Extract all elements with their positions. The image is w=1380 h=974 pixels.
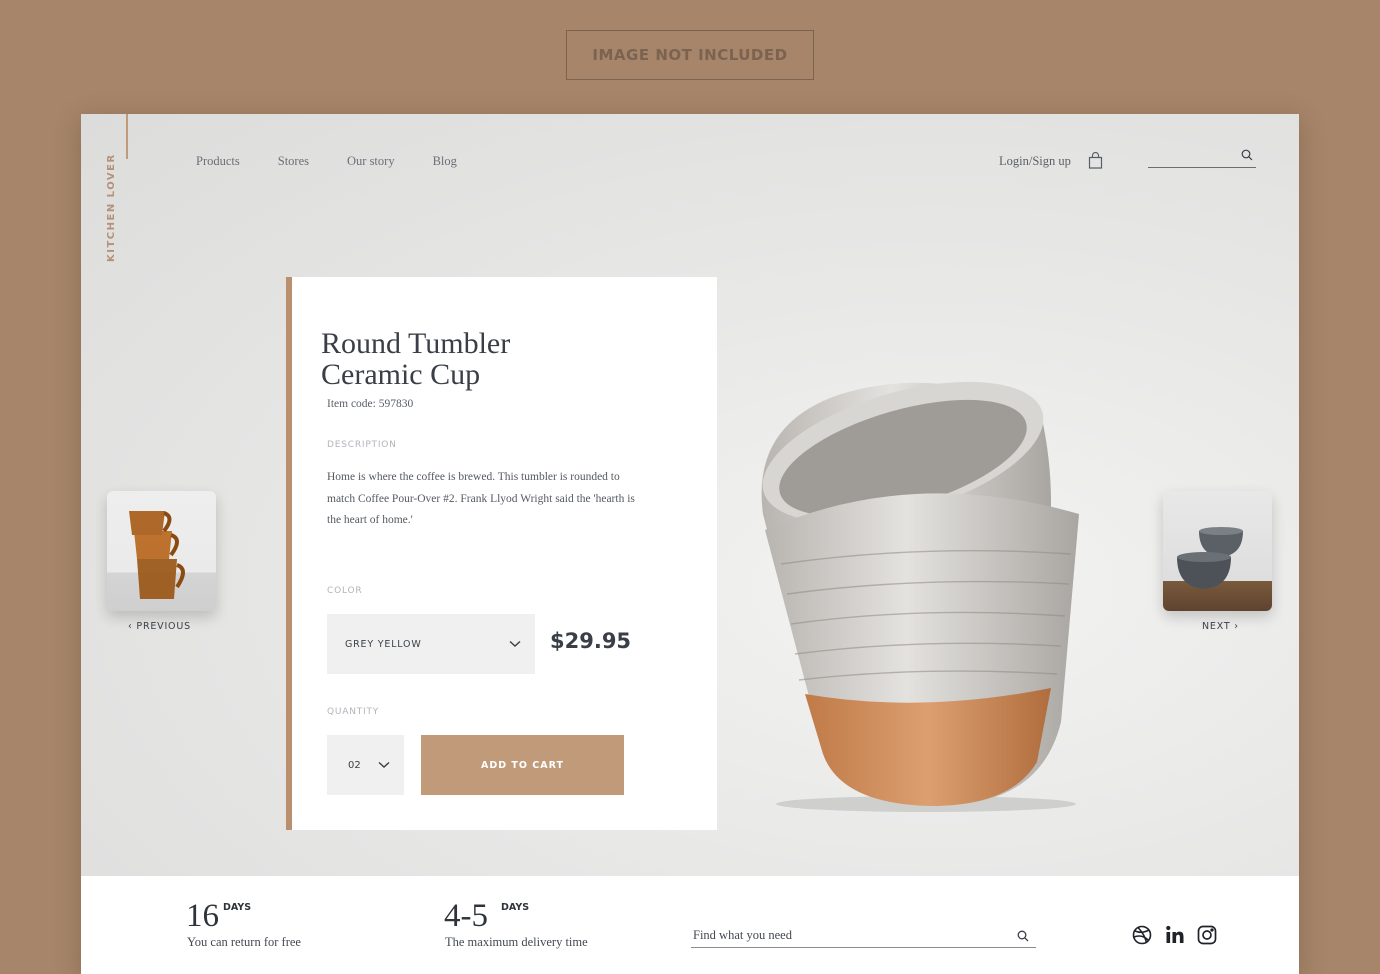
next-button[interactable]: NEXT › [1202, 621, 1239, 632]
product-price: $29.95 [550, 629, 632, 653]
footer: 16 DAYS You can return for free 4-5 DAYS… [81, 876, 1299, 974]
return-days-number: 16 [186, 898, 219, 934]
footer-search-input[interactable]: Find what you need [691, 926, 1036, 948]
next-product-thumbnail[interactable] [1163, 491, 1272, 611]
previous-button[interactable]: ‹ PREVIOUS [128, 621, 191, 632]
nav-item-our-story[interactable]: Our story [347, 154, 395, 169]
product-description: Home is where the coffee is brewed. This… [327, 471, 635, 527]
color-label: COLOR [327, 586, 363, 596]
brand-accent-line [126, 114, 128, 159]
instagram-icon[interactable] [1197, 925, 1217, 945]
chevron-down-icon [509, 640, 521, 647]
delivery-days-unit: DAYS [501, 902, 530, 913]
description-label: DESCRIPTION [327, 440, 397, 450]
chevron-down-icon [378, 761, 390, 768]
nav-item-stores[interactable]: Stores [278, 154, 309, 169]
nav-item-blog[interactable]: Blog [433, 154, 457, 169]
item-code: Item code: 597830 [327, 398, 414, 410]
image-not-included-banner: IMAGE NOT INCLUDED [566, 30, 814, 80]
previous-product-thumbnail[interactable] [107, 491, 216, 611]
return-text: You can return for free [187, 935, 301, 949]
brand-logo[interactable]: KITCHEN LOVER [106, 153, 117, 262]
shopping-bag-icon[interactable] [1088, 151, 1104, 170]
quantity-label: QUANTITY [327, 707, 380, 717]
chevron-right-icon: › [1230, 621, 1239, 632]
add-to-cart-button[interactable]: ADD TO CART [421, 735, 624, 795]
nav-item-products[interactable]: Products [196, 154, 240, 169]
product-page: KITCHEN LOVER Products Stores Our story … [81, 114, 1299, 974]
product-title: Round Tumbler Ceramic Cup [321, 327, 511, 391]
linkedin-icon[interactable] [1165, 925, 1185, 945]
delivery-text: The maximum delivery time [445, 935, 588, 949]
dribbble-icon[interactable] [1132, 925, 1152, 945]
search-icon[interactable] [1017, 930, 1029, 942]
search-icon[interactable] [1241, 149, 1253, 161]
amber-glass-mugs-image [129, 511, 185, 599]
color-select-value: GREY YELLOW [345, 638, 422, 650]
quantity-value: 02 [348, 759, 361, 771]
header-search-input[interactable] [1148, 147, 1256, 168]
grey-bowls-image [1177, 527, 1243, 589]
ceramic-cup-product-image [761, 381, 1079, 812]
return-days-unit: DAYS [223, 902, 252, 913]
color-select[interactable]: GREY YELLOW [327, 614, 535, 674]
delivery-days-number: 4-5 [444, 898, 488, 934]
product-detail-card: Round Tumbler Ceramic Cup Item code: 5978… [286, 277, 717, 830]
login-signup-link[interactable]: Login/Sign up [999, 154, 1071, 169]
main-nav: Products Stores Our story Blog [196, 154, 457, 169]
quantity-select[interactable]: 02 [327, 735, 404, 795]
footer-search-placeholder: Find what you need [693, 928, 792, 942]
